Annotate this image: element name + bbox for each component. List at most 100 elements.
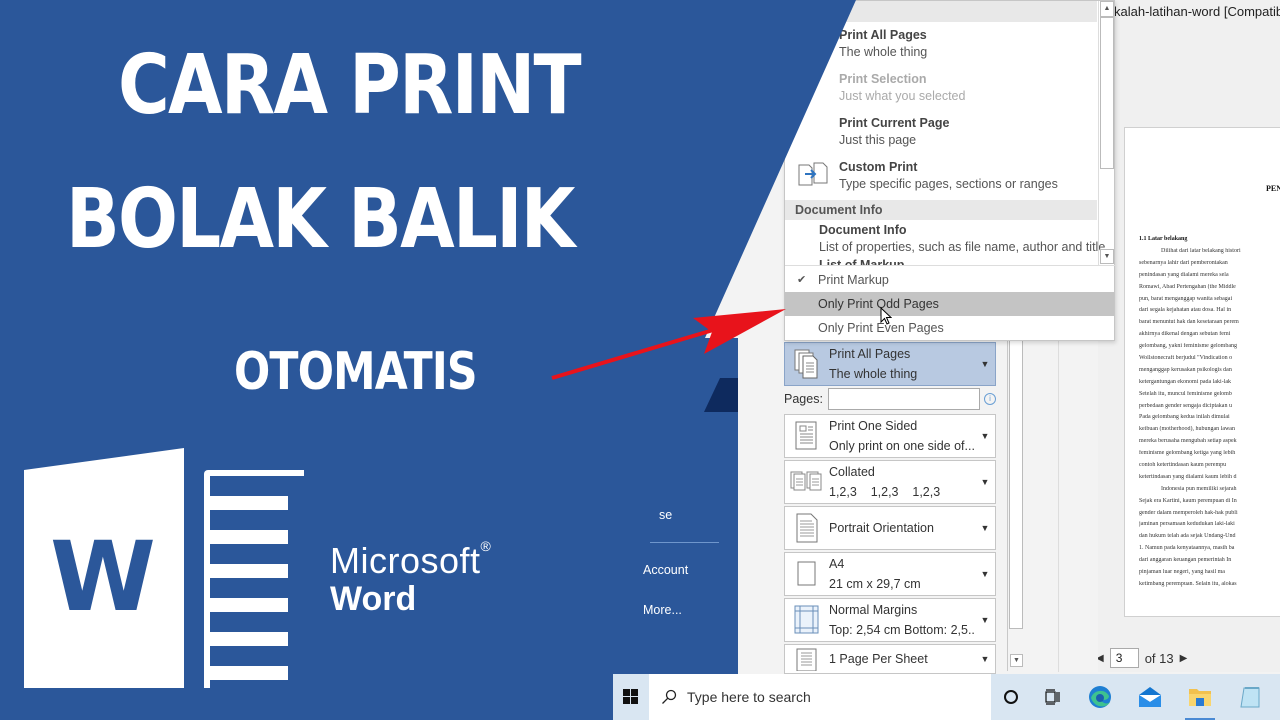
search-placeholder: Type here to search xyxy=(687,689,811,705)
document-text-line: Dilihat dari latar belakang histori xyxy=(1161,248,1241,254)
page-per-sheet-icon xyxy=(785,645,829,673)
toggle-only-print-odd-pages[interactable]: Only Print Odd Pages xyxy=(785,292,1114,316)
file-explorer-button[interactable] xyxy=(1175,674,1225,720)
collation-select[interactable]: Collated 1,2,3 1,2,3 1,2,3 ▼ xyxy=(784,460,996,504)
document-text-line: Sejak era Kartini, kaum perempuan di In xyxy=(1139,497,1237,504)
print-range-dropdown: Print All Pages The whole thing Print Se… xyxy=(784,0,1115,341)
cortana-button[interactable] xyxy=(991,674,1031,720)
paper-size-icon xyxy=(785,553,829,595)
document-text-line: Indonesia pun memiliki sejarah xyxy=(1161,485,1237,492)
info-icon[interactable]: i xyxy=(984,393,996,405)
dropdown-item-print-selection[interactable]: Print Selection Just what you selected xyxy=(839,71,965,105)
backstage-nav-partial-item[interactable]: se xyxy=(659,508,672,522)
scrollbar-thumb[interactable] xyxy=(1100,17,1114,169)
document-text-line: gender dalam memperoleh hak-hak publi xyxy=(1139,509,1238,516)
document-text-line: 1. Namun pada kenyataannya, masih ba xyxy=(1139,545,1235,552)
thumbnail-title-line3: OTOMATIS xyxy=(234,342,478,402)
document-text-line: menganggap kerusakan psikologis dan xyxy=(1139,366,1232,373)
margins-icon xyxy=(785,599,829,641)
chevron-down-icon: ▼ xyxy=(980,615,990,625)
brand-microsoft: Microsoft xyxy=(330,540,481,581)
start-button[interactable] xyxy=(613,674,649,720)
dropdown-item-print-current-page[interactable]: Print Current Page Just this page xyxy=(839,115,949,149)
document-text-line: keibuan (motherhood), hubungan lawan xyxy=(1139,426,1235,433)
toggle-only-print-even-pages[interactable]: Only Print Even Pages xyxy=(785,316,1114,340)
mouse-cursor-icon xyxy=(880,307,892,325)
edge-button[interactable] xyxy=(1075,674,1125,720)
edge-icon xyxy=(1089,686,1111,708)
chevron-down-icon: ▼ xyxy=(980,359,990,369)
document-text-line: dan hukum telah ada sejak Undang-Und xyxy=(1139,533,1236,540)
collation-subtitle: 1,2,3 1,2,3 1,2,3 xyxy=(829,485,941,499)
backstage-nav-account[interactable]: Account xyxy=(643,563,688,577)
document-text-line: perbedaan gender sengaja diciptakan u xyxy=(1139,402,1232,409)
orientation-select[interactable]: Portrait Orientation ▼ xyxy=(784,506,996,550)
thumbnail-screenshot: kalah-latihan-word [Compatibil PEN 1.1 L… xyxy=(0,0,1280,720)
document-text-line: pun, barat menganggap wanita sebagai xyxy=(1139,295,1233,302)
toggle-label: Only Print Odd Pages xyxy=(818,297,939,311)
scroll-up-icon[interactable]: ▲ xyxy=(1100,1,1114,17)
document-info-section-header: Document Info xyxy=(785,200,1097,220)
windows-taskbar: Type here to search xyxy=(613,674,1280,720)
paper-size-select[interactable]: A4 21 cm x 29,7 cm ▼ xyxy=(784,552,996,596)
current-page-input[interactable] xyxy=(1109,648,1139,668)
dropdown-item-list-of-markup[interactable]: List of Markup xyxy=(819,257,904,265)
notepad-button[interactable] xyxy=(1225,674,1275,720)
document-text-line: Romawi, Abad Pertengahan (the Middle xyxy=(1139,283,1236,290)
document-text-line: dari anggaran keuangan pemerintah In xyxy=(1139,557,1232,564)
thumbnail-title-line1: CARA PRINT xyxy=(118,38,582,133)
paper-size-subtitle: 21 cm x 29,7 cm xyxy=(829,577,921,591)
dropdown-scrollbar[interactable]: ▲ ▼ xyxy=(1098,1,1114,265)
pages-row: Pages: i xyxy=(784,388,996,410)
item-subtitle: Just this page xyxy=(839,133,917,147)
panel-divider xyxy=(1058,337,1059,672)
brand-word: Word xyxy=(330,580,417,618)
toggle-label: Print Markup xyxy=(818,273,889,287)
item-subtitle: The whole thing xyxy=(839,45,928,59)
print-range-select[interactable]: Print All Pages The whole thing ▼ xyxy=(784,342,996,386)
pages-input[interactable] xyxy=(828,388,980,410)
scroll-down-icon[interactable]: ▼ xyxy=(1100,249,1114,264)
mail-icon xyxy=(1139,687,1161,707)
next-page-icon[interactable]: ▶ xyxy=(1180,653,1188,664)
dropdown-item-print-all-pages[interactable]: Print All Pages The whole thing xyxy=(839,27,927,61)
scrollbar-thumb[interactable] xyxy=(1009,337,1023,629)
document-text-line: sebenarnya lahir dari pemberontakan xyxy=(1139,259,1228,266)
print-sides-title: Print One Sided xyxy=(829,419,918,433)
document-text-line: feminisme gelombang ketiga yang lebih xyxy=(1139,450,1236,457)
document-text-line: ketertindasan yang dialami kaum lebih d xyxy=(1139,473,1237,480)
chevron-down-icon: ▼ xyxy=(980,477,990,487)
margins-title: Normal Margins xyxy=(829,603,918,617)
thumbnail-title-line2: BOLAK BALIK xyxy=(66,172,575,267)
taskbar-search-box[interactable]: Type here to search xyxy=(649,674,991,720)
item-title: List of Markup xyxy=(819,258,905,265)
chevron-down-icon: ▼ xyxy=(980,654,990,664)
word-logo-letter: W xyxy=(50,521,156,633)
backstage-nav-divider xyxy=(650,542,719,543)
print-sides-select[interactable]: Print One Sided Only print on one side of… xyxy=(784,414,996,458)
print-range-subtitle: The whole thing xyxy=(829,367,918,381)
margins-subtitle: Top: 2,54 cm Bottom: 2,5... xyxy=(829,623,975,637)
print-range-title: Print All Pages xyxy=(829,347,911,361)
item-subtitle: Type specific pages, sections or ranges xyxy=(839,177,1058,191)
print-all-pages-icon xyxy=(785,343,829,385)
document-text-line: ketimbang perempuan. Selain itu, alokas xyxy=(1139,580,1237,587)
collated-icon xyxy=(785,461,829,503)
scroll-down-icon[interactable]: ▼ xyxy=(1010,654,1023,667)
toggle-print-markup[interactable]: ✔ Print Markup xyxy=(785,268,1114,292)
pages-per-sheet-select[interactable]: 1 Page Per Sheet ▼ xyxy=(784,644,996,674)
dropdown-item-document-info[interactable]: Document Info List of properties, such a… xyxy=(819,222,1105,256)
paper-size-title: A4 xyxy=(829,557,845,571)
mail-button[interactable] xyxy=(1125,674,1175,720)
dropdown-item-custom-print[interactable]: Custom Print Type specific pages, sectio… xyxy=(839,159,1058,193)
checkmark-icon: ✔ xyxy=(797,274,807,286)
windows-logo-icon xyxy=(623,689,638,704)
item-title: Print Selection xyxy=(839,72,927,86)
document-text-line: Pada gelombang kedua inilah dimulai xyxy=(1139,414,1230,421)
microsoft-word-brand: Microsoft® Word xyxy=(330,538,491,619)
settings-scrollbar[interactable]: ▼ xyxy=(1007,337,1023,671)
task-view-button[interactable] xyxy=(1031,674,1075,720)
word-logo-icon: W xyxy=(24,448,304,688)
margins-select[interactable]: Normal Margins Top: 2,54 cm Bottom: 2,5..… xyxy=(784,598,996,642)
backstage-nav-more[interactable]: More... xyxy=(643,603,682,617)
